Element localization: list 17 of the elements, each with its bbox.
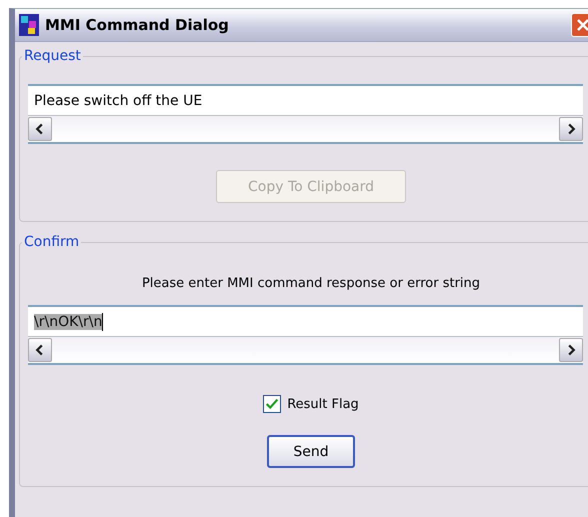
group-label: Confirm bbox=[23, 234, 80, 250]
app-icon bbox=[19, 14, 39, 36]
scroll-right-icon[interactable] bbox=[559, 338, 583, 362]
scroll-right-icon[interactable] bbox=[559, 117, 583, 141]
window-title: MMI Command Dialog bbox=[45, 16, 230, 34]
response-field[interactable]: \r\nOK\r\n bbox=[28, 305, 583, 337]
scroll-left-icon[interactable] bbox=[28, 338, 52, 362]
checkbox-label: Result Flag bbox=[287, 396, 359, 412]
request-field[interactable]: Please switch off the UE bbox=[28, 84, 583, 116]
group-label: Request bbox=[23, 48, 82, 64]
prompt-text: Please enter MMI command response or error string bbox=[140, 276, 482, 291]
horizontal-scrollbar[interactable] bbox=[28, 116, 583, 144]
checkbox[interactable] bbox=[263, 395, 282, 413]
horizontal-scrollbar[interactable] bbox=[28, 337, 583, 365]
close-icon[interactable] bbox=[571, 13, 588, 37]
scroll-left-icon[interactable] bbox=[28, 117, 52, 141]
send-button[interactable]: Send bbox=[267, 435, 355, 468]
